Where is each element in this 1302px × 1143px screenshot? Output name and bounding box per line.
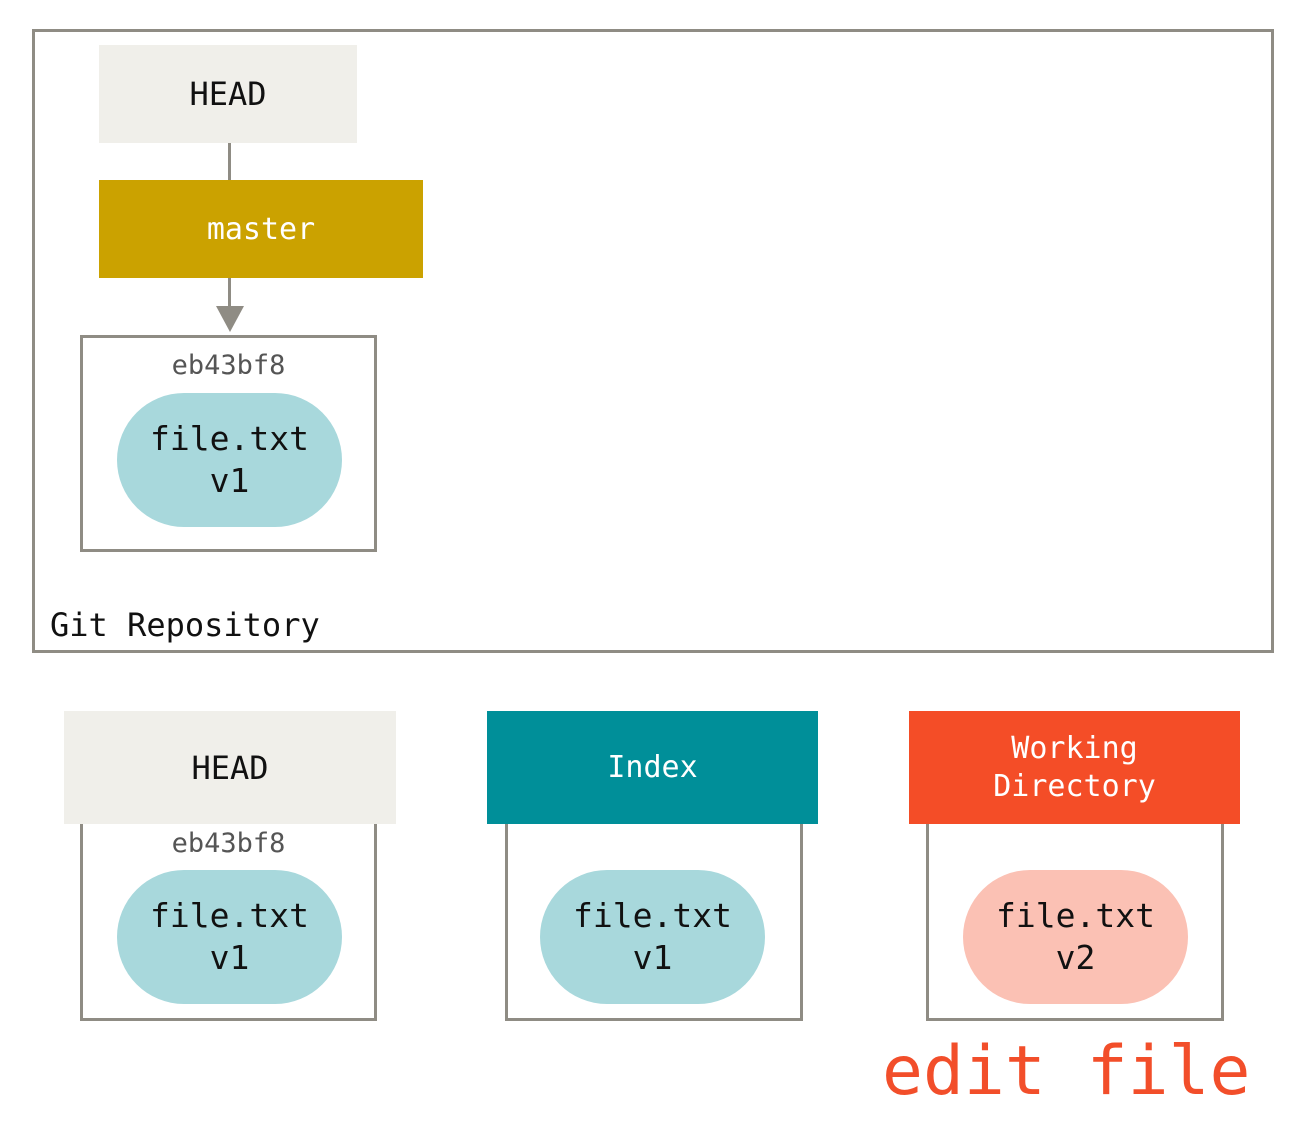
- branch-master: master: [99, 180, 423, 278]
- head-to-branch-line: [228, 143, 231, 180]
- blob-filename: file.txt: [996, 896, 1155, 935]
- blob-version: v1: [632, 938, 673, 977]
- commit-hash: eb43bf8: [171, 350, 286, 381]
- working-directory-blob: file.txt v2: [963, 870, 1188, 1004]
- edit-file-annotation: edit file: [882, 1032, 1251, 1111]
- arrow-head-icon: [216, 306, 244, 332]
- blob-filename: file.txt: [573, 896, 732, 935]
- blob-filename: file.txt: [150, 419, 309, 458]
- blob-version: v1: [209, 938, 250, 977]
- working-directory-header: Working Directory: [909, 711, 1240, 824]
- head-tree-blob: file.txt v1: [117, 870, 342, 1004]
- diagram: HEAD master eb43bf8 file.txt v1 Git Repo…: [0, 0, 1302, 1143]
- working-directory-label-line1: Working: [1011, 730, 1138, 766]
- blob-filename: file.txt: [150, 896, 309, 935]
- head-tree-hash: eb43bf8: [171, 828, 286, 859]
- head-pointer: HEAD: [99, 45, 357, 143]
- blob-version: v2: [1055, 938, 1096, 977]
- repository-label: Git Repository: [50, 606, 320, 644]
- head-tree-header: HEAD: [64, 711, 396, 824]
- blob-file: file.txt v1: [117, 393, 342, 527]
- blob-version: v1: [209, 461, 250, 500]
- index-header: Index: [487, 711, 818, 824]
- branch-to-commit-line: [228, 278, 231, 308]
- index-blob: file.txt v1: [540, 870, 765, 1004]
- working-directory-label-line2: Directory: [993, 768, 1156, 804]
